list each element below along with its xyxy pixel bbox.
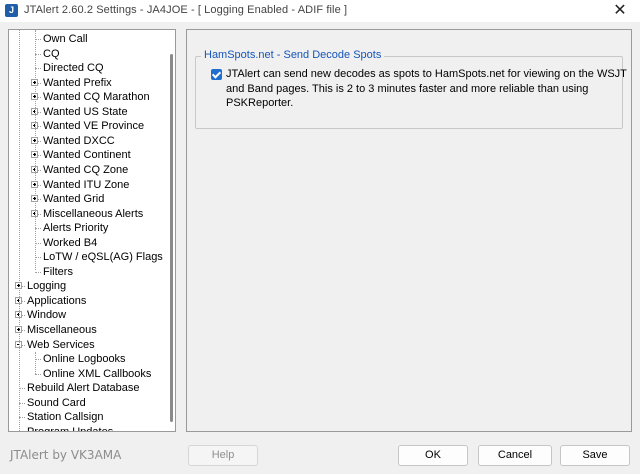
tree-item[interactable]: Alerts Priority: [9, 221, 167, 235]
tree-item-label: Station Callsign: [27, 411, 104, 424]
tree-item-label: Wanted DXCC: [43, 134, 115, 147]
tree-item-label: Wanted Continent: [43, 149, 131, 162]
tree-item-label: Program Updates: [27, 425, 113, 431]
tree-item[interactable]: Directed CQ: [9, 61, 167, 75]
tree-item-label: Own Call: [43, 33, 88, 45]
tree-scrollbar[interactable]: [167, 30, 175, 431]
tree-item[interactable]: Wanted Grid: [9, 192, 167, 206]
tree-item[interactable]: Window: [9, 308, 167, 322]
tree-item-label: Applications: [27, 294, 87, 307]
help-button[interactable]: Help: [188, 445, 258, 466]
tree-item[interactable]: Sound Card: [9, 396, 167, 410]
tree-item-label: Rebuild Alert Database: [27, 382, 140, 395]
tree-item-label: Miscellaneous Alerts: [43, 207, 144, 220]
send-spots-checkbox[interactable]: [211, 69, 222, 80]
tree-item-label: Wanted Prefix: [43, 76, 112, 89]
tree-item[interactable]: Wanted US State: [9, 105, 167, 119]
tree-item[interactable]: Applications: [9, 294, 167, 308]
cancel-button[interactable]: Cancel: [478, 445, 552, 466]
hamspots-group-title: HamSpots.net - Send Decode Spots: [201, 49, 385, 61]
window-title: JTAlert 2.60.2 Settings - JA4JOE - [ Log…: [24, 4, 348, 16]
send-spots-checkbox-label[interactable]: JTAlert can send new decodes as spots to…: [226, 67, 631, 111]
tree-item[interactable]: Filters: [9, 265, 167, 279]
tree-item[interactable]: Wanted Prefix: [9, 76, 167, 90]
tree-item[interactable]: Wanted CQ Marathon: [9, 90, 167, 104]
tree-item-label: Filters: [43, 265, 73, 278]
tree-content: Own Call CQ Directed CQ Wanted Prefix Wanted…: [9, 30, 167, 431]
jtalert-icon: J: [5, 4, 18, 17]
tree-item-label: Wanted Grid: [43, 193, 105, 206]
tree-item-label: Wanted VE Province: [43, 120, 145, 133]
branding-label: JTAlert by VK3AMA: [10, 448, 122, 462]
tree-item[interactable]: Wanted VE Province: [9, 119, 167, 133]
scrollbar-thumb[interactable]: [170, 54, 173, 422]
tree-item-label: Online XML Callbooks: [43, 367, 152, 380]
tree-item[interactable]: Wanted Continent: [9, 148, 167, 162]
tree-item-label: LoTW / eQSL(AG) Flags: [43, 251, 163, 264]
tree-item-label: Directed CQ: [43, 62, 104, 75]
tree-item-label: Wanted CQ Zone: [43, 163, 129, 176]
tree-item-label: Wanted US State: [43, 105, 128, 118]
tree-item-label: CQ: [43, 47, 60, 60]
tree-connector: [35, 271, 41, 273]
tree-item[interactable]: CQ: [9, 47, 167, 61]
tree-guide-line: [19, 30, 20, 431]
tree-item[interactable]: Online Logbooks: [9, 352, 167, 366]
ok-button[interactable]: OK: [398, 445, 468, 466]
tree-item[interactable]: Own Call: [9, 32, 167, 46]
tree-item-label: Miscellaneous: [27, 324, 97, 336]
settings-tree[interactable]: Own Call CQ Directed CQ Wanted Prefix Wanted…: [8, 29, 176, 432]
tree-item[interactable]: Program Updates: [9, 425, 167, 431]
close-button[interactable]: ✕: [600, 0, 640, 22]
tree-item-label: Window: [27, 309, 67, 322]
tree-item-label: Logging: [27, 280, 67, 293]
tree-item[interactable]: Wanted DXCC: [9, 134, 167, 148]
tree-item[interactable]: Worked B4: [9, 236, 167, 250]
tree-item[interactable]: Web Services: [9, 338, 167, 352]
tree-item-label: Worked B4: [43, 236, 98, 249]
tree-item[interactable]: Miscellaneous Alerts: [9, 207, 167, 221]
tree-item[interactable]: Rebuild Alert Database: [9, 381, 167, 395]
title-bar: J JTAlert 2.60.2 Settings - JA4JOE - [ L…: [0, 0, 640, 22]
tree-item-label: Wanted ITU Zone: [43, 178, 130, 191]
tree-item[interactable]: Logging: [9, 279, 167, 293]
tree-item[interactable]: Miscellaneous: [9, 323, 167, 337]
tree-item[interactable]: Station Callsign: [9, 410, 167, 424]
tree-item[interactable]: Wanted CQ Zone: [9, 163, 167, 177]
tree-item[interactable]: Online XML Callbooks: [9, 367, 167, 381]
tree-item-label: Alerts Priority: [43, 222, 109, 235]
tree-guide-line: [35, 352, 36, 374]
tree-guide-line: [35, 30, 36, 270]
tree-item-label: Online Logbooks: [43, 353, 126, 366]
tree-item-label: Sound Card: [27, 396, 86, 409]
tree-item[interactable]: LoTW / eQSL(AG) Flags: [9, 250, 167, 264]
tree-item-label: Wanted CQ Marathon: [43, 91, 150, 104]
tree-item-label: Web Services: [27, 338, 95, 351]
save-button[interactable]: Save: [560, 445, 630, 466]
tree-item[interactable]: Wanted ITU Zone: [9, 178, 167, 192]
